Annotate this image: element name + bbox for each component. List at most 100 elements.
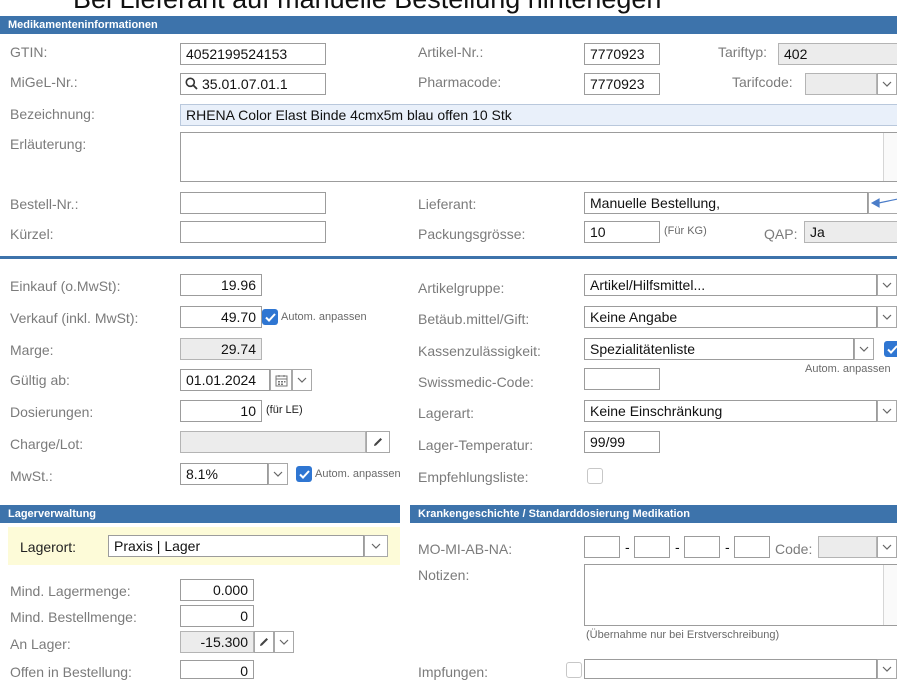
erlaeuterung-scrollbar[interactable]: [883, 133, 897, 181]
mwst-select[interactable]: 8.1%: [180, 463, 268, 485]
dosierungen-field[interactable]: 10: [180, 400, 262, 422]
betaeub-dropdown[interactable]: [877, 306, 897, 328]
notizen-textarea[interactable]: [584, 564, 897, 626]
lagerart-select[interactable]: Keine Einschränkung: [584, 400, 877, 422]
lieferant-select[interactable]: Manuelle Bestellung,: [584, 192, 868, 214]
an-lager-field[interactable]: -15.300: [180, 631, 254, 653]
artikel-nr-field[interactable]: 7770923: [584, 43, 660, 65]
an-lager-edit-button[interactable]: [254, 631, 274, 653]
label-einkauf: Einkauf (o.MwSt):: [10, 278, 120, 294]
hint-fuer-kg: (Für KG): [664, 225, 707, 237]
mwst-dropdown[interactable]: [268, 463, 288, 485]
label-lagerort: Lagerort:: [20, 539, 76, 555]
qap-select[interactable]: Ja: [804, 221, 897, 243]
label-mind-lager: Mind. Lagermenge:: [10, 583, 131, 599]
label-artikel-nr: Artikel-Nr.:: [418, 44, 483, 60]
chevron-down-icon: [882, 666, 892, 672]
lager-temp-field[interactable]: 99/99: [584, 431, 660, 453]
mwst-auto-checkbox[interactable]: [296, 466, 312, 482]
gueltig-ab-field[interactable]: 01.01.2024: [180, 369, 270, 391]
code-dropdown[interactable]: [877, 536, 897, 558]
label-mwst: MwSt.:: [10, 468, 53, 484]
checkmark-icon: [299, 470, 310, 479]
bestell-nr-field[interactable]: [180, 192, 326, 214]
label-qap: QAP:: [764, 226, 797, 242]
dose-separator: -: [625, 539, 630, 555]
kassen-auto-checkbox[interactable]: [884, 341, 897, 357]
calendar-button[interactable]: [270, 369, 292, 391]
swissmedic-field[interactable]: [584, 368, 660, 390]
notizen-scrollbar[interactable]: [883, 565, 897, 625]
gtin-field[interactable]: 4052199524153: [180, 43, 326, 65]
label-empfehlungsliste: Empfehlungsliste:: [418, 469, 529, 485]
einkauf-field[interactable]: 19.96: [180, 274, 262, 296]
impfungen-checkbox[interactable]: [566, 662, 582, 678]
instruction-text: Bei Lieferant auf manuelle Bestellung hi…: [73, 0, 661, 15]
lagerort-dropdown[interactable]: [364, 535, 388, 557]
label-notizen: Notizen:: [418, 567, 469, 583]
dose-noon-field[interactable]: [634, 536, 670, 558]
impfungen-dropdown[interactable]: [877, 659, 897, 679]
chevron-down-icon: [859, 346, 869, 352]
verkauf-auto-checkbox[interactable]: [262, 309, 278, 325]
lieferant-dropdown[interactable]: [868, 192, 897, 214]
betaeub-select[interactable]: Keine Angabe: [584, 306, 877, 328]
dose-separator: -: [725, 539, 730, 555]
label-dosierungen: Dosierungen:: [10, 404, 93, 420]
offen-field[interactable]: 0: [180, 660, 254, 679]
label-momiabna: MO-MI-AB-NA:: [418, 541, 512, 557]
label-code: Code:: [775, 541, 812, 557]
kuerzel-field[interactable]: [180, 221, 326, 243]
instruction-banner: Bei Lieferant auf manuelle Bestellung hi…: [0, 0, 897, 16]
an-lager-dropdown[interactable]: [274, 631, 294, 653]
artikelgruppe-dropdown[interactable]: [877, 274, 897, 296]
impfungen-select[interactable]: [584, 659, 877, 679]
dose-morning-field[interactable]: [584, 536, 620, 558]
dose-evening-field[interactable]: [684, 536, 720, 558]
label-verkauf: Verkauf (inkl. MwSt):: [10, 310, 138, 326]
pharmacode-field[interactable]: 7770923: [584, 73, 660, 95]
arrow-left-icon: [869, 196, 897, 210]
lagerort-select[interactable]: Praxis | Lager: [108, 535, 364, 557]
bezeichnung-field[interactable]: RHENA Color Elast Binde 4cmx5m blau offe…: [180, 104, 897, 126]
label-gtin: GTIN:: [10, 44, 47, 60]
label-impfungen: Impfungen:: [418, 664, 488, 680]
kassen-dropdown[interactable]: [854, 338, 874, 360]
charge-edit-button[interactable]: [366, 431, 390, 453]
charge-field[interactable]: [180, 431, 366, 453]
gueltig-ab-dropdown[interactable]: [292, 369, 312, 391]
label-offen: Offen in Bestellung:: [10, 664, 132, 680]
tarifcode-select[interactable]: [805, 73, 877, 95]
code-select[interactable]: [818, 536, 877, 558]
label-an-lager: An Lager:: [10, 636, 71, 652]
erlaeuterung-textarea[interactable]: [180, 132, 897, 182]
lagerart-dropdown[interactable]: [877, 400, 897, 422]
migel-nr-value: 35.01.07.01.1: [202, 76, 288, 92]
mwst-auto-label: Autom. anpassen: [315, 468, 401, 480]
label-marge: Marge:: [10, 342, 54, 358]
kassen-select[interactable]: Spezialitätenliste: [584, 338, 854, 360]
label-kuerzel: Kürzel:: [10, 226, 54, 242]
mind-lager-field[interactable]: 0.000: [180, 579, 254, 601]
dose-night-field[interactable]: [734, 536, 770, 558]
mind-bestell-field[interactable]: 0: [180, 605, 254, 627]
verkauf-field[interactable]: 49.70: [180, 306, 262, 328]
label-charge: Charge/Lot:: [10, 436, 83, 452]
label-migel-nr: MiGeL-Nr.:: [10, 74, 78, 90]
label-swissmedic: Swissmedic-Code:: [418, 374, 534, 390]
search-icon[interactable]: [185, 75, 198, 95]
chevron-down-icon: [297, 377, 307, 383]
label-bezeichnung: Bezeichnung:: [10, 106, 95, 122]
label-packungsgroesse: Packungsgrösse:: [418, 226, 525, 242]
artikelgruppe-select[interactable]: Artikel/Hilfsmittel...: [584, 274, 877, 296]
migel-nr-field[interactable]: 35.01.07.01.1: [180, 73, 326, 95]
tarifcode-dropdown[interactable]: [877, 73, 897, 95]
label-bestell-nr: Bestell-Nr.:: [10, 196, 78, 212]
marge-field[interactable]: 29.74: [180, 338, 262, 360]
tariftyp-field[interactable]: 402: [778, 43, 897, 65]
chevron-down-icon: [882, 314, 892, 320]
chevron-down-icon: [273, 471, 283, 477]
empfehlungsliste-checkbox[interactable]: [587, 468, 603, 484]
packungsgroesse-field[interactable]: 10: [584, 221, 660, 243]
label-erlaeuterung: Erläuterung:: [10, 136, 86, 152]
